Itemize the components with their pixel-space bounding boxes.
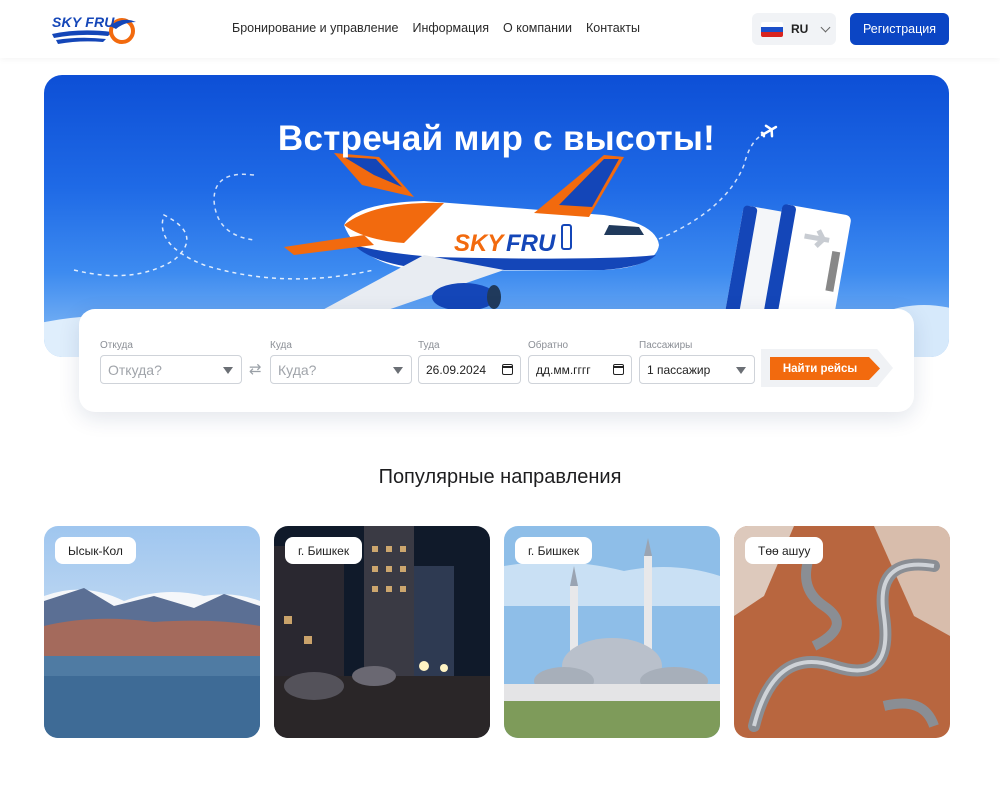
from-placeholder: Откуда? bbox=[108, 361, 162, 378]
depart-label: Туда bbox=[418, 340, 440, 351]
from-field-group: Откуда Откуда? bbox=[100, 340, 242, 384]
register-button[interactable]: Регистрация bbox=[850, 13, 949, 45]
main-nav: Бронирование и управление Информация О к… bbox=[232, 21, 640, 35]
destination-label: Төө ашуу bbox=[745, 537, 824, 564]
dropdown-arrow-icon bbox=[736, 367, 746, 374]
return-date-input[interactable]: дд.мм.гггг bbox=[528, 355, 632, 384]
site-header: SKY FRU Бронирование и управление Информ… bbox=[0, 0, 1000, 58]
svg-text:FRU: FRU bbox=[506, 230, 556, 257]
passengers-select[interactable]: 1 пассажир bbox=[639, 355, 755, 384]
popular-destinations-title: Популярные направления bbox=[378, 466, 622, 488]
svg-text:SKY: SKY bbox=[454, 230, 505, 257]
passengers-field-group: Пассажиры 1 пассажир bbox=[639, 340, 755, 384]
calendar-icon[interactable] bbox=[612, 364, 624, 375]
destination-card-too-ashuu[interactable]: Төө ашуу bbox=[734, 526, 950, 738]
depart-field-group: Туда 26.09.2024 bbox=[418, 340, 521, 384]
depart-date-input[interactable]: 26.09.2024 bbox=[418, 355, 521, 384]
destination-card-bishkek-mosque[interactable]: г. Бишкек bbox=[504, 526, 720, 738]
return-date-value: дд.мм.гггг bbox=[536, 362, 591, 377]
language-selector[interactable]: RU bbox=[752, 13, 836, 45]
destination-label: г. Бишкек bbox=[285, 537, 363, 564]
chevron-down-icon bbox=[820, 22, 831, 33]
dropdown-arrow-icon bbox=[393, 367, 403, 374]
swap-icon[interactable]: ⇄ bbox=[249, 360, 262, 378]
to-placeholder: Куда? bbox=[278, 361, 317, 378]
logo-text: SKY FRU bbox=[52, 14, 115, 30]
from-select[interactable]: Откуда? bbox=[100, 355, 242, 384]
passengers-label: Пассажиры bbox=[639, 340, 693, 351]
destination-card-issyk-kul[interactable]: Ысык-Кол bbox=[44, 526, 260, 738]
destination-label: г. Бишкек bbox=[515, 537, 593, 564]
nav-contacts[interactable]: Контакты bbox=[586, 21, 640, 35]
dropdown-arrow-icon bbox=[223, 367, 233, 374]
depart-date-value: 26.09.2024 bbox=[426, 362, 487, 377]
find-flights-button[interactable]: Найти рейсы bbox=[770, 357, 880, 380]
return-label: Обратно bbox=[528, 340, 569, 351]
nav-info[interactable]: Информация bbox=[412, 21, 489, 35]
nav-about[interactable]: О компании bbox=[503, 21, 572, 35]
to-label: Куда bbox=[270, 340, 292, 351]
destination-card-bishkek-night[interactable]: г. Бишкек bbox=[274, 526, 490, 738]
airplane-illustration: SKY FRU bbox=[284, 153, 659, 325]
logo[interactable]: SKY FRU bbox=[50, 12, 140, 48]
to-field-group: Куда Куда? bbox=[270, 340, 412, 384]
return-field-group: Обратно дд.мм.гггг bbox=[528, 340, 632, 384]
hero-title: Встречай мир с высоты! bbox=[277, 119, 716, 158]
to-select[interactable]: Куда? bbox=[270, 355, 412, 384]
destination-label: Ысык-Кол bbox=[55, 537, 136, 564]
from-label: Откуда bbox=[100, 340, 133, 351]
calendar-icon[interactable] bbox=[501, 364, 513, 375]
flight-search-form: Откуда Откуда? ⇄ Куда Куда? Туда 26.09.2… bbox=[79, 309, 914, 412]
passengers-value: 1 пассажир bbox=[647, 362, 711, 377]
language-code: RU bbox=[791, 22, 809, 36]
nav-booking[interactable]: Бронирование и управление bbox=[232, 21, 398, 35]
russia-flag-icon bbox=[761, 21, 783, 37]
